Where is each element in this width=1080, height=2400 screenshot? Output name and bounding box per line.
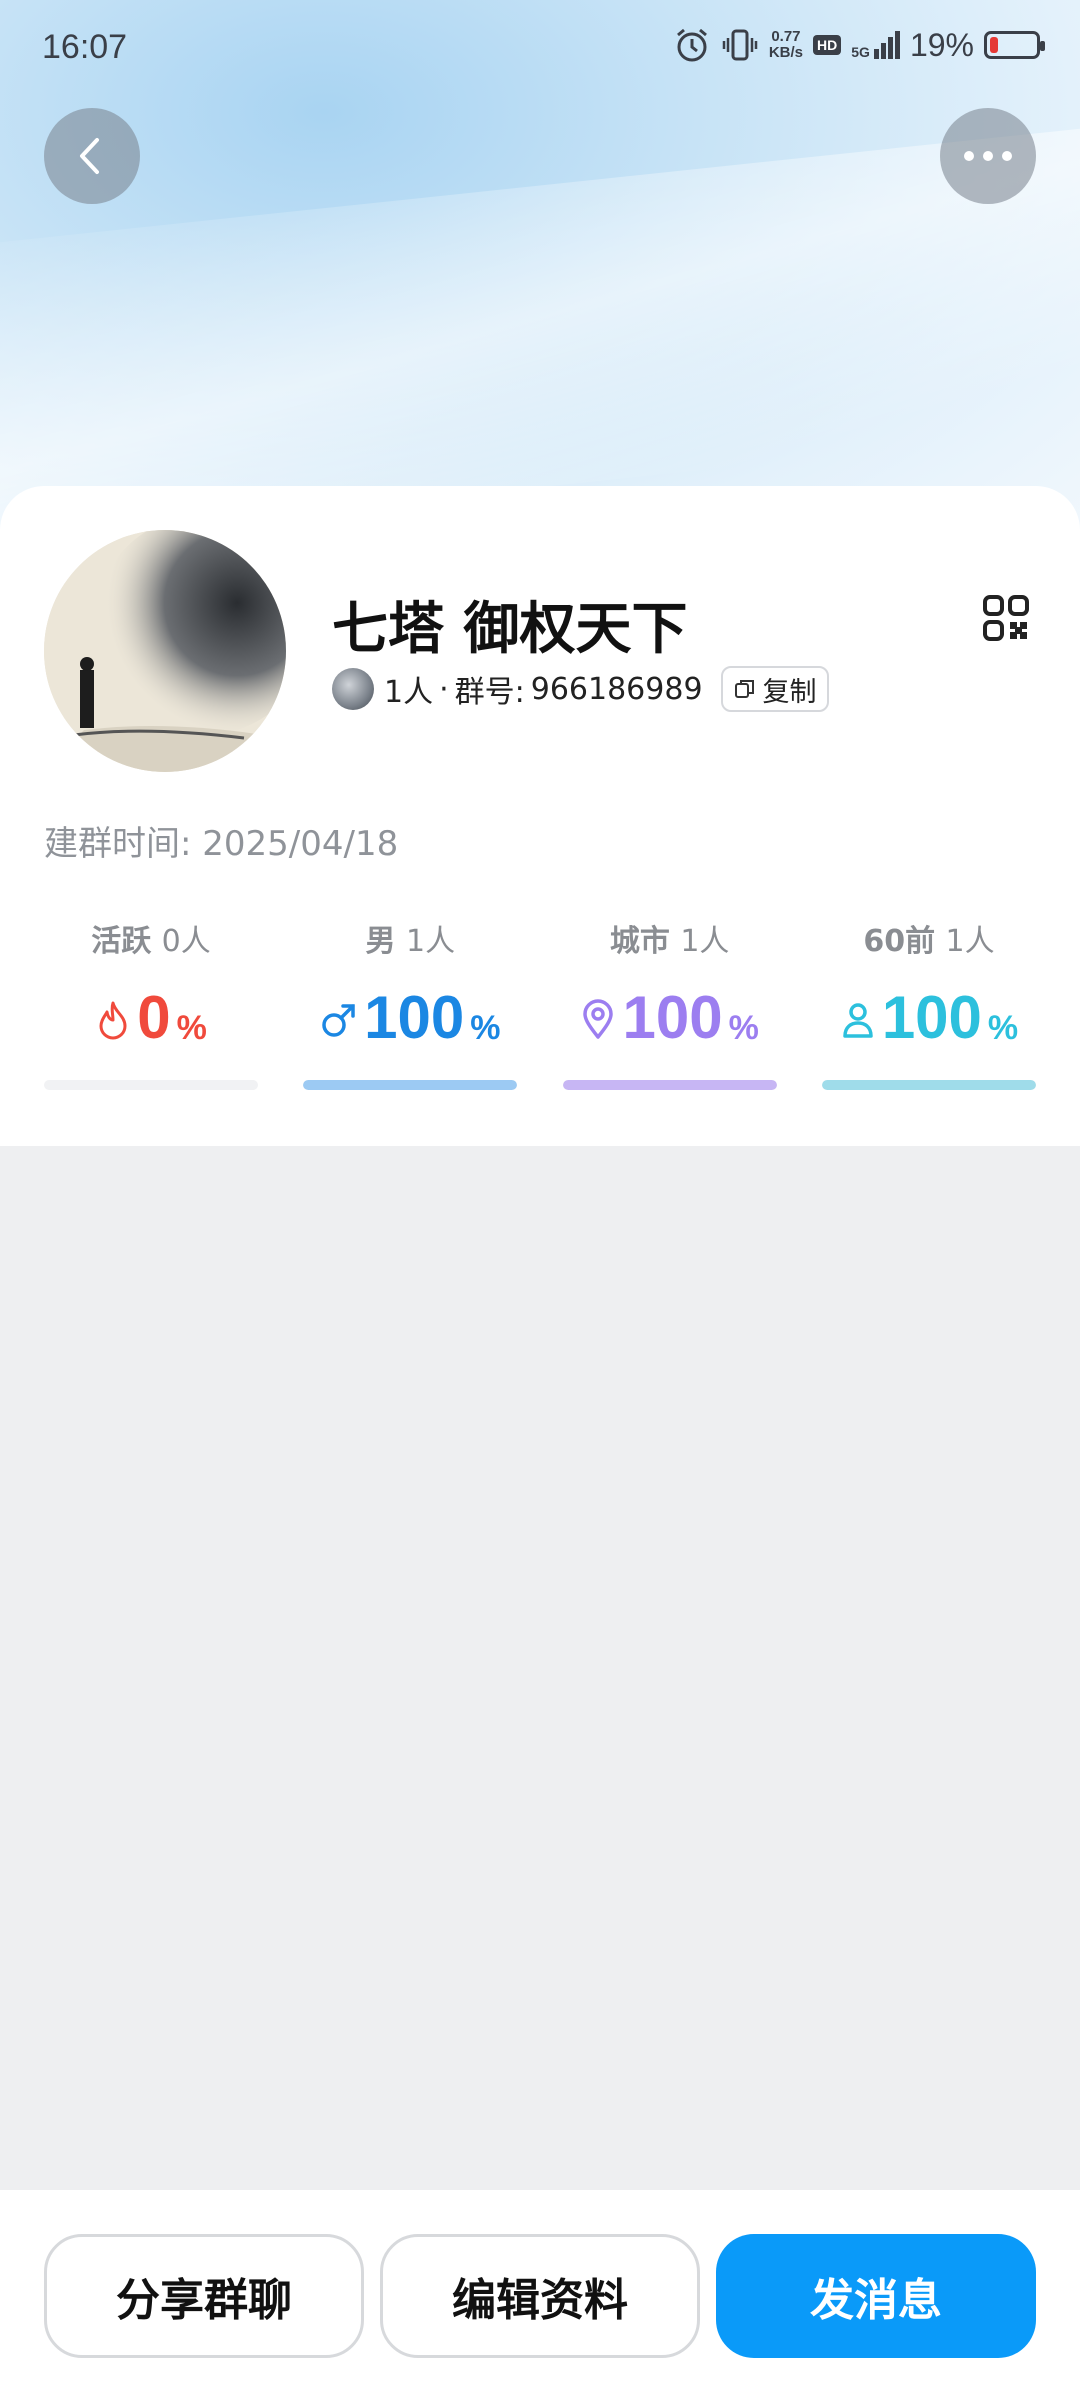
battery-icon — [984, 31, 1045, 59]
chevron-left-icon — [80, 138, 99, 174]
avatar-image — [44, 530, 286, 772]
status-time: 16:07 — [42, 28, 128, 66]
stat-bar — [821, 1080, 1036, 1090]
bottom-action-bar: 分享群聊 编辑资料 发消息 — [0, 2190, 1080, 2400]
created-label: 建群时间: — [44, 824, 192, 864]
signal-icon: 5G — [851, 31, 900, 59]
more-button[interactable] — [940, 108, 1036, 204]
location-pin-icon — [583, 999, 614, 1039]
copy-button[interactable]: 复制 — [720, 666, 829, 712]
member-count: 1人 — [384, 675, 434, 710]
status-icons: 0.77 KB/s HD 5G 19% — [673, 26, 1045, 64]
more-dots-icon — [964, 151, 1012, 161]
stat-bar — [303, 1080, 518, 1090]
hd-badge: HD — [813, 35, 842, 55]
meta-separator: · — [439, 671, 449, 707]
stat-bar — [562, 1080, 777, 1090]
group-stats: 活跃 0人 0 % 男 1人 100 % 城市 1人 100 % 60前 1人 … — [44, 916, 1036, 1090]
group-id: 966186989 — [530, 671, 703, 707]
stat-value: 100 % — [822, 984, 1036, 1048]
stat-value: 100 % — [303, 984, 517, 1048]
stat-label: 60前 1人 — [863, 924, 995, 959]
stat-value: 0 % — [44, 984, 258, 1048]
stat-number: 100 — [622, 984, 723, 1051]
created-date: 建群时间: 2025/04/18 — [44, 816, 398, 865]
stat-label: 活跃 0人 — [91, 924, 211, 959]
stat-percent: % — [470, 1009, 501, 1047]
copy-icon — [734, 680, 754, 698]
stat-percent: % — [176, 1009, 207, 1047]
member-avatar — [332, 668, 374, 710]
stat-number: 100 — [364, 984, 465, 1051]
signal-type: 5G — [851, 44, 870, 60]
network-speed-value: 0.77 — [771, 28, 801, 45]
person-icon — [843, 1003, 873, 1038]
group-meta: 1人 · 群号: 966186989 复制 — [332, 666, 829, 712]
back-button[interactable] — [44, 108, 140, 204]
send-message-button[interactable]: 发消息 — [716, 2234, 1036, 2358]
flame-icon — [99, 1001, 127, 1040]
alarm-icon — [676, 28, 707, 62]
network-speed: 0.77 KB/s — [769, 29, 803, 61]
stat-value: 100 % — [563, 984, 777, 1048]
share-group-button[interactable]: 分享群聊 — [44, 2234, 364, 2358]
stat-city[interactable]: 城市 1人 100 % — [562, 916, 777, 1090]
edit-profile-button[interactable]: 编辑资料 — [380, 2234, 700, 2358]
status-bar: 16:07 0.77 KB/s HD 5G 19% — [0, 0, 1080, 96]
battery-percent: 19% — [909, 26, 974, 63]
group-avatar[interactable] — [44, 530, 286, 772]
copy-label: 复制 — [762, 676, 817, 708]
vibrate-icon — [722, 29, 758, 61]
stat-bar — [44, 1080, 258, 1090]
stat-label: 男 1人 — [365, 924, 456, 959]
network-speed-unit: KB/s — [768, 44, 804, 61]
stat-age[interactable]: 60前 1人 100 % — [821, 916, 1036, 1090]
group-name: 七塔 御权天下 — [332, 597, 688, 662]
male-icon — [322, 1004, 355, 1037]
stat-number: 100 — [881, 984, 982, 1051]
stat-active[interactable]: 活跃 0人 0 % — [44, 916, 258, 1090]
group-id-label: 群号: — [454, 675, 525, 710]
stat-percent: % — [987, 1009, 1019, 1047]
qr-code-icon[interactable] — [982, 594, 1030, 642]
stat-label: 城市 1人 — [609, 924, 730, 959]
stat-number: 0 — [137, 984, 171, 1051]
stat-male[interactable]: 男 1人 100 % — [303, 916, 518, 1090]
created-value: 2025/04/18 — [202, 824, 399, 864]
stat-percent: % — [728, 1009, 759, 1047]
group-profile-card: 七塔 御权天下 1人 · 群号: 966186989 复制 建群时间: 2025… — [0, 486, 1080, 1146]
